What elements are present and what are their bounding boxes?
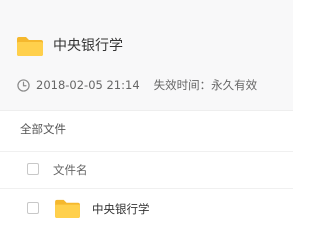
file-row[interactable]: 中央银行学 — [0, 188, 293, 230]
share-date: 2018-02-05 21:14 — [36, 78, 140, 92]
folder-icon — [17, 37, 43, 56]
share-title: 中央银行学 — [53, 38, 123, 54]
row-checkbox[interactable] — [27, 202, 39, 214]
select-all-checkbox[interactable] — [27, 163, 39, 175]
folder-icon — [55, 199, 80, 219]
share-header: 中央银行学 2018-02-05 21:14 失效时间：永久有效 — [0, 0, 293, 110]
file-name-link[interactable]: 中央银行学 — [92, 200, 150, 218]
share-page: 中央银行学 2018-02-05 21:14 失效时间：永久有效 全部文件 文件… — [0, 0, 293, 247]
column-filename[interactable]: 文件名 — [53, 161, 88, 179]
divider — [0, 110, 293, 111]
clock-icon — [17, 78, 30, 92]
file-list-header: 文件名 — [0, 151, 293, 189]
share-meta: 2018-02-05 21:14 失效时间：永久有效 — [17, 76, 257, 94]
expiry-text: 失效时间：永久有效 — [153, 78, 258, 92]
breadcrumb-all-files[interactable]: 全部文件 — [20, 120, 66, 138]
